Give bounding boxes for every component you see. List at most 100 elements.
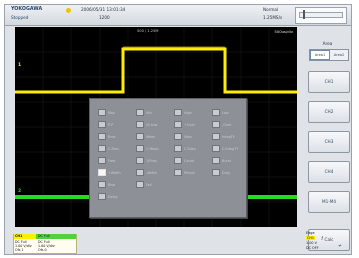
checkbox[interactable] xyxy=(136,121,144,128)
menu-item[interactable]: -Width xyxy=(136,169,157,176)
softkey-panel: Area Area1 Area2 CH1 CH2 CH3 CH4 M1-M4 C… xyxy=(304,27,351,254)
channel-info-panel: CH1 DC Full DC Full 1.00 V/div Ofs 1 DC … xyxy=(13,234,77,254)
checkbox[interactable] xyxy=(136,169,144,176)
ch2-tab-label: DC Full xyxy=(38,234,50,238)
menu-item[interactable]: C.Mean xyxy=(136,145,159,152)
header-bar: YOKOGAWA Stopped 2006/05/31 13:01:34 120… xyxy=(5,5,351,26)
checkbox[interactable] xyxy=(98,133,106,140)
menu-item[interactable]: -Over xyxy=(212,121,231,128)
checkbox[interactable] xyxy=(98,121,106,128)
hf-reject-icon: ≁ xyxy=(338,244,342,249)
menu-item[interactable]: Delay xyxy=(98,193,118,200)
acquisition-mode: Normal xyxy=(263,7,279,12)
menu-item[interactable]: C.Rms xyxy=(98,145,119,152)
trigger-type: Edge xyxy=(306,231,315,235)
status-light-icon xyxy=(66,8,71,13)
menu-item-label: Low xyxy=(222,110,229,115)
checkbox[interactable] xyxy=(98,157,106,164)
checkbox[interactable] xyxy=(174,121,182,128)
checkbox[interactable] xyxy=(136,145,144,152)
checkbox[interactable] xyxy=(174,109,182,116)
ch1-offset: Ofs 1 xyxy=(15,248,24,252)
area-toggle[interactable]: Area1 Area2 xyxy=(309,49,349,61)
record-position-marker xyxy=(303,10,305,19)
menu-item[interactable]: C.Sdev xyxy=(174,145,196,152)
ch1-tab-label: CH1 xyxy=(15,234,23,238)
menu-item[interactable]: Count xyxy=(174,157,194,164)
menu-item[interactable]: Duty xyxy=(212,169,230,176)
menu-item-label: 1/Freq xyxy=(146,158,157,163)
menu-item-label: Delay xyxy=(108,194,118,199)
menu-item[interactable]: Hi-Low xyxy=(136,121,157,128)
checkbox[interactable] xyxy=(136,109,144,116)
rising-edge-icon: ⨍ xyxy=(321,235,324,240)
trigger-coupling: DC OFF xyxy=(306,246,319,250)
area2-option[interactable]: Area2 xyxy=(330,50,348,60)
menu-item-label: IntegTY xyxy=(222,134,235,139)
softkey-ch2[interactable]: CH2 xyxy=(308,101,350,123)
menu-item[interactable]: High xyxy=(174,109,192,116)
checkbox[interactable] xyxy=(212,145,220,152)
softkey-ch4[interactable]: CH4 xyxy=(308,161,350,183)
menu-item[interactable]: Rise xyxy=(98,181,115,188)
menu-item-label: C.Mean xyxy=(146,146,159,151)
trigger-source: CH1 xyxy=(306,236,316,240)
checkbox[interactable] xyxy=(98,193,106,200)
menu-item-label: Fall xyxy=(146,182,152,187)
record-position-indicator xyxy=(295,7,347,24)
checkbox[interactable] xyxy=(212,169,220,176)
menu-item[interactable]: Freq xyxy=(98,157,115,164)
menu-item-label: High xyxy=(184,110,192,115)
menu-item[interactable]: Mean xyxy=(136,133,155,140)
menu-item-label: Hi-Low xyxy=(146,122,158,127)
menu-item[interactable]: Max xyxy=(98,109,115,116)
waveform-display[interactable]: 500 / 1.25M 500us/div 1 2 Max Min High Low P… xyxy=(15,27,297,227)
checkbox[interactable] xyxy=(174,169,182,176)
checkbox[interactable] xyxy=(136,133,144,140)
checkbox[interactable] xyxy=(174,145,182,152)
area1-option[interactable]: Area1 xyxy=(310,50,330,60)
menu-item-label: Period xyxy=(184,170,195,175)
menu-item[interactable]: 1/Freq xyxy=(136,157,157,164)
softkey-ch1[interactable]: CH1 xyxy=(308,71,350,93)
softkey-ch3[interactable]: CH3 xyxy=(308,131,350,153)
menu-item[interactable]: Fall xyxy=(136,181,152,188)
menu-item[interactable]: Low xyxy=(212,109,229,116)
menu-item-label: Mean xyxy=(146,134,156,139)
checkbox[interactable] xyxy=(174,157,182,164)
menu-item[interactable]: Rms xyxy=(98,133,115,140)
checkbox[interactable] xyxy=(98,109,106,116)
checkbox[interactable] xyxy=(136,157,144,164)
menu-item[interactable]: Period xyxy=(174,169,195,176)
softkey-m1-m4[interactable]: M1-M4 xyxy=(308,191,350,213)
menu-item[interactable]: Sdev xyxy=(174,133,192,140)
menu-item[interactable]: IntegTY xyxy=(212,133,235,140)
menu-item[interactable]: Min xyxy=(136,109,152,116)
checkbox[interactable] xyxy=(212,133,220,140)
menu-item[interactable]: +Over xyxy=(174,121,195,128)
checkbox[interactable] xyxy=(212,157,220,164)
menu-item-label: +Width xyxy=(108,170,121,175)
checkbox[interactable] xyxy=(212,121,220,128)
menu-item-label: Min xyxy=(146,110,153,115)
ch2-offset: Ofs 0 xyxy=(38,248,47,252)
menu-item-label: -Over xyxy=(222,122,232,127)
run-state: Stopped xyxy=(11,15,29,20)
menu-item[interactable]: Burst xyxy=(212,157,231,164)
menu-item-label: Rms xyxy=(108,134,116,139)
checkbox[interactable] xyxy=(174,133,182,140)
checkbox[interactable] xyxy=(98,169,106,176)
menu-item-label: Duty xyxy=(222,170,231,175)
acquisition-count: 1200 xyxy=(99,15,110,20)
menu-item-label: Rise xyxy=(108,182,116,187)
checkbox[interactable] xyxy=(212,109,220,116)
oscilloscope-window: YOKOGAWA Stopped 2006/05/31 13:01:34 120… xyxy=(4,4,352,255)
menu-item[interactable]: +Width xyxy=(98,169,121,176)
checkbox[interactable] xyxy=(136,181,144,188)
checkbox[interactable] xyxy=(98,145,106,152)
menu-item[interactable]: C.IntegTY xyxy=(212,145,238,152)
checkbox[interactable] xyxy=(98,181,106,188)
menu-item[interactable]: P-P xyxy=(98,121,113,128)
softkey-title: Area xyxy=(322,41,333,46)
trigger-info[interactable]: Edge CH1 ⨍ 1.00 V DC OFF ≁ xyxy=(305,231,349,252)
